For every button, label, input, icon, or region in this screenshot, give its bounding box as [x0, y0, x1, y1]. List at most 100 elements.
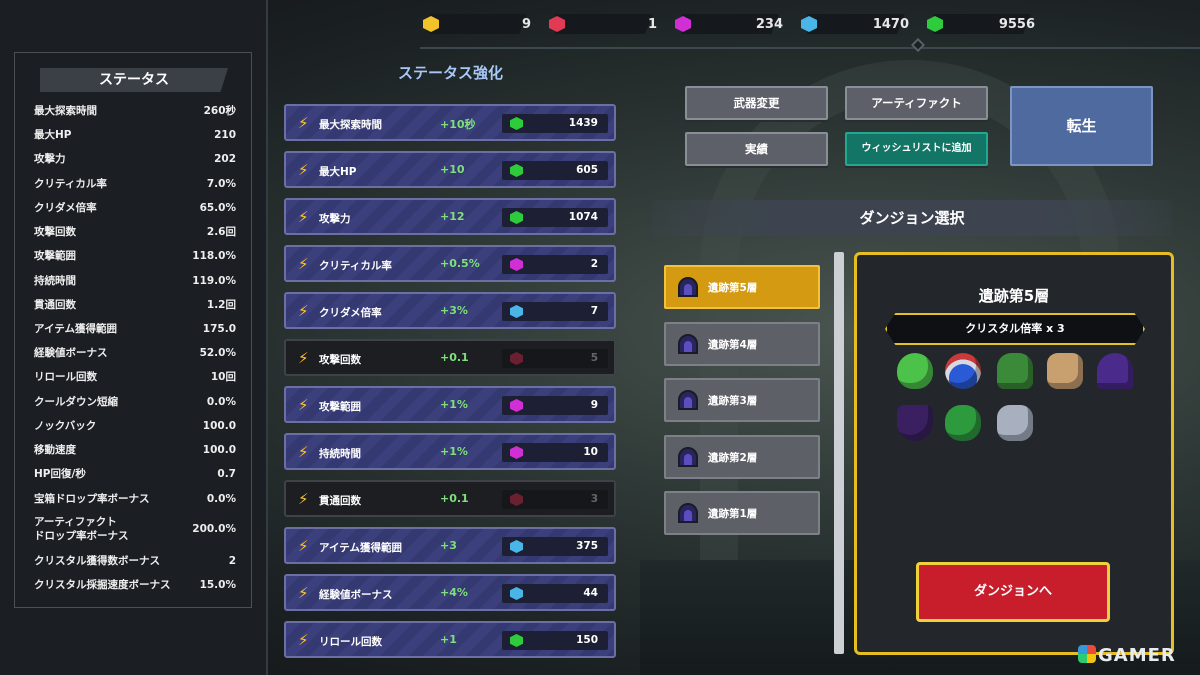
status-name: アーティファクト [34, 516, 117, 528]
status-name: 貫通回数 [34, 299, 76, 311]
currency-value: 9556 [998, 17, 1035, 32]
upgrade-label: 経験値ボーナス [319, 589, 393, 601]
crystal-icon [510, 446, 523, 459]
status-name: 攻撃力 [34, 153, 66, 165]
upgrade-label: 貫通回数 [319, 495, 361, 507]
floor-label: 遺跡第2層 [708, 451, 758, 464]
status-value: 65.0% [199, 202, 236, 214]
upgrade-row[interactable]: ⚡ リロール回数 +1 150 [284, 621, 616, 658]
floor-item[interactable]: 遺跡第2層 [664, 434, 820, 479]
currency-1: 9 [415, 14, 531, 34]
upgrade-row[interactable]: ⚡ アイテム獲得範囲 +3 375 [284, 527, 616, 564]
upgrade-cost: 1074 [502, 208, 608, 227]
crystal-bonus-badge: クリスタル倍率 x 3 [885, 313, 1145, 345]
floor-item[interactable]: 遺跡第4層 [664, 321, 820, 366]
status-value: 260秒 [203, 105, 236, 117]
upgrade-increment: +10秒 [440, 118, 476, 131]
floor-item[interactable]: 遺跡第1層 [664, 491, 820, 535]
upgrade-increment: +1% [440, 445, 468, 458]
lightning-icon: ⚡ [298, 255, 309, 273]
status-value: 100.0 [202, 420, 236, 432]
status-value: 0.7 [217, 468, 236, 480]
status-value: 2.6回 [206, 226, 236, 238]
status-name: 攻撃範囲 [34, 250, 76, 262]
floor-item[interactable]: 遺跡第5層 [664, 265, 820, 309]
lightning-icon: ⚡ [298, 537, 309, 555]
upgrade-cost: 150 [502, 631, 608, 650]
status-name: HP回復/秒 [34, 468, 86, 480]
cost-value: 9 [590, 399, 598, 411]
status-value: 0.0% [206, 396, 236, 408]
lightning-icon: ⚡ [298, 584, 309, 602]
upgrade-row[interactable]: ⚡ 最大HP +10 605 [284, 151, 616, 188]
upgrade-cost: 3 [502, 490, 608, 509]
dungeon-door-icon [678, 333, 698, 354]
upgrade-label: 攻撃力 [319, 213, 351, 225]
dungeon-door-icon [678, 503, 698, 523]
floor-scrollbar[interactable] [834, 252, 844, 654]
dungeon-door-icon [678, 446, 698, 467]
status-value: 0.0% [206, 493, 236, 505]
upgrade-cost: 375 [502, 537, 608, 556]
upgrade-row[interactable]: ⚡ 経験値ボーナス +4% 44 [284, 574, 616, 611]
crystal-icon [510, 117, 523, 130]
upgrade-label: クリダメ倍率 [319, 307, 382, 319]
upgrade-row[interactable]: ⚡ 貫通回数 +0.1 3 [284, 480, 616, 517]
weapon-change-button[interactable]: 武器変更 [685, 86, 828, 120]
upgrade-row[interactable]: ⚡ クリティカル率 +0.5% 2 [284, 245, 616, 282]
upgrade-increment: +1% [440, 398, 468, 411]
wishlist-button[interactable]: ウィッシュリストに追加 [845, 132, 988, 166]
status-name: 最大HP [34, 129, 72, 141]
currency-5: 9556 [919, 14, 1035, 34]
upgrade-label: クリティカル率 [319, 260, 392, 272]
floor-item[interactable]: 遺跡第3層 [664, 378, 820, 422]
upgrade-label: リロール回数 [319, 636, 382, 648]
status-value: 15.0% [199, 579, 236, 591]
currency-value: 9 [521, 17, 531, 32]
artifact-button[interactable]: アーティファクト [845, 86, 988, 120]
cost-value: 2 [590, 258, 598, 270]
upgrade-label: 攻撃範囲 [319, 401, 361, 413]
upgrade-row[interactable]: ⚡ 攻撃回数 +0.1 5 [284, 339, 616, 376]
currency-value: 1470 [872, 17, 909, 32]
upgrade-row[interactable]: ⚡ 持続時間 +1% 10 [284, 433, 616, 470]
lightning-icon: ⚡ [298, 161, 309, 179]
achievements-button[interactable]: 実績 [685, 132, 828, 166]
cost-value: 7 [590, 305, 598, 317]
green-plant-icon [945, 405, 981, 441]
currency-3: 234 [667, 14, 783, 34]
status-name-line2: ドロップ率ボーナス [34, 530, 129, 542]
status-value: 7.0% [206, 178, 236, 190]
status-name: 経験値ボーナス [34, 347, 108, 359]
cost-value: 1439 [568, 117, 598, 129]
cost-value: 44 [583, 587, 598, 599]
upgrade-label: 最大HP [319, 166, 357, 178]
lightning-icon: ⚡ [298, 631, 309, 649]
upgrade-increment: +0.1 [440, 492, 469, 505]
upgrade-row[interactable]: ⚡ クリダメ倍率 +3% 7 [284, 292, 616, 329]
upgrade-label: 最大探索時間 [319, 119, 382, 131]
status-value: 202 [214, 153, 236, 165]
crystal-icon [510, 399, 523, 412]
crystal-icon [510, 540, 523, 553]
enter-dungeon-button[interactable]: ダンジョンへ [916, 562, 1110, 622]
status-value: 175.0 [202, 323, 236, 335]
cost-value: 605 [576, 164, 598, 176]
upgrade-increment: +3 [440, 539, 457, 552]
upgrade-row[interactable]: ⚡ 攻撃範囲 +1% 9 [284, 386, 616, 423]
upgrade-cost: 5 [502, 349, 608, 368]
rebirth-button[interactable]: 転生 [1010, 86, 1153, 166]
upgrade-increment: +4% [440, 586, 468, 599]
upgrade-row[interactable]: ⚡ 攻撃力 +12 1074 [284, 198, 616, 235]
upgrade-cost: 7 [502, 302, 608, 321]
cost-value: 5 [590, 352, 598, 364]
green-slime-icon [897, 353, 933, 389]
gamer-logo-icon [1078, 645, 1096, 663]
armored-knight-icon [997, 405, 1033, 441]
dungeon-detail-title: 遺跡第5層 [978, 287, 1050, 305]
upgrade-cost: 10 [502, 443, 608, 462]
dungeon-select-title: ダンジョン選択 [652, 200, 1172, 236]
purple-mage-icon [1097, 353, 1133, 389]
status-name: 宝箱ドロップ率ボーナス [34, 493, 150, 505]
upgrade-row[interactable]: ⚡ 最大探索時間 +10秒 1439 [284, 104, 616, 141]
